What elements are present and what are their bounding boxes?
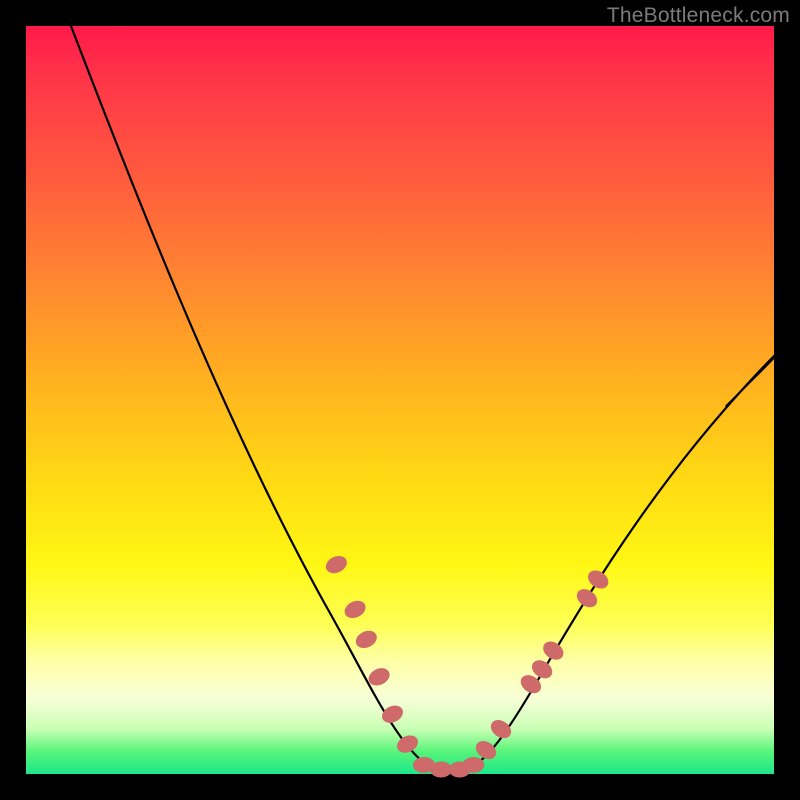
left-bead-1: [323, 553, 350, 577]
watermark-text: TheBottleneck.com: [607, 4, 790, 28]
bottleneck-curve-left: [71, 26, 466, 773]
left-bead-6: [394, 732, 421, 756]
right-bead-7: [585, 567, 612, 593]
right-bead-6: [573, 585, 600, 611]
left-bead-2: [342, 597, 369, 621]
chart-frame: TheBottleneck.com: [0, 0, 800, 800]
bottleneck-curve-right: [466, 356, 774, 770]
right-bead-5: [540, 638, 567, 664]
left-bead-3: [353, 627, 380, 651]
bottleneck-curve-right-tail: [726, 358, 774, 406]
left-bead-5: [379, 702, 406, 726]
chart-overlay: [26, 26, 774, 774]
bead-group: [323, 553, 612, 778]
